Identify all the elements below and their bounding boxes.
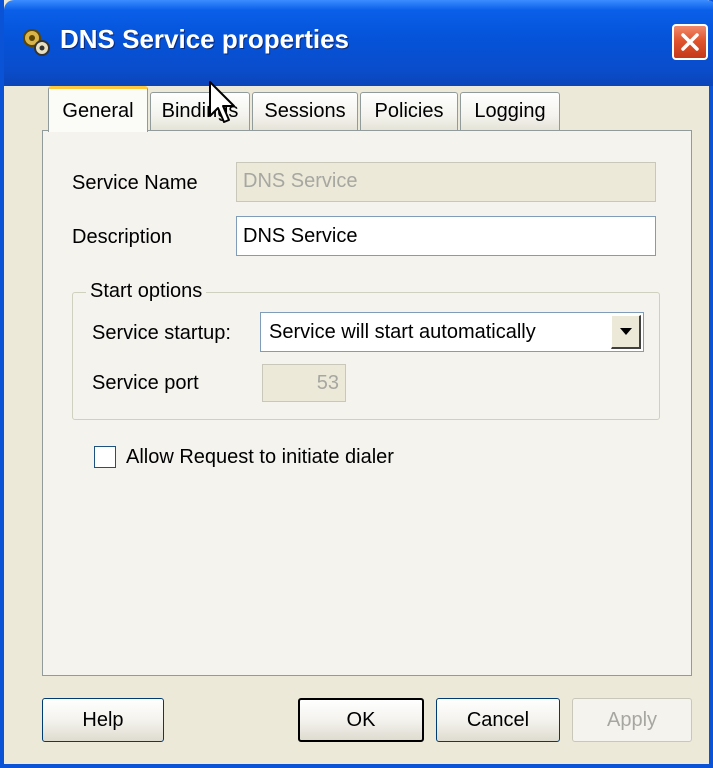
help-button[interactable]: Help: [42, 698, 164, 742]
service-port-field: 53: [262, 364, 346, 402]
tab-general[interactable]: General: [48, 86, 148, 132]
description-input[interactable]: [236, 216, 656, 256]
service-startup-label: Service startup:: [92, 322, 231, 344]
tab-logging[interactable]: Logging: [460, 92, 560, 130]
dialog-window: DNS Service properties General Bindings …: [0, 0, 713, 768]
window-title: DNS Service properties: [60, 24, 350, 54]
chevron-down-icon: [620, 328, 632, 335]
apply-button: Apply: [572, 698, 692, 742]
cancel-button[interactable]: Cancel: [436, 698, 560, 742]
service-gear-icon: [20, 26, 52, 58]
service-startup-select[interactable]: Service will start automatically: [260, 312, 644, 352]
tab-policies[interactable]: Policies: [360, 92, 458, 130]
dialer-checkbox-label[interactable]: Allow Request to initiate dialer: [126, 446, 394, 469]
service-startup-value: Service will start automatically: [269, 321, 536, 343]
close-button[interactable]: [672, 24, 708, 60]
service-port-label: Service port: [92, 372, 199, 394]
service-name-label: Service Name: [72, 172, 198, 194]
description-label: Description: [72, 226, 173, 248]
tab-sessions[interactable]: Sessions: [252, 92, 358, 130]
service-name-field: DNS Service: [236, 162, 656, 202]
tab-bindings[interactable]: Bindings: [150, 92, 250, 130]
title-bar[interactable]: DNS Service properties: [4, 0, 713, 86]
dropdown-button[interactable]: [611, 315, 641, 349]
close-icon: [681, 33, 699, 51]
start-options-legend: Start options: [86, 280, 207, 303]
dialer-checkbox[interactable]: [94, 446, 116, 468]
ok-button[interactable]: OK: [298, 698, 424, 742]
